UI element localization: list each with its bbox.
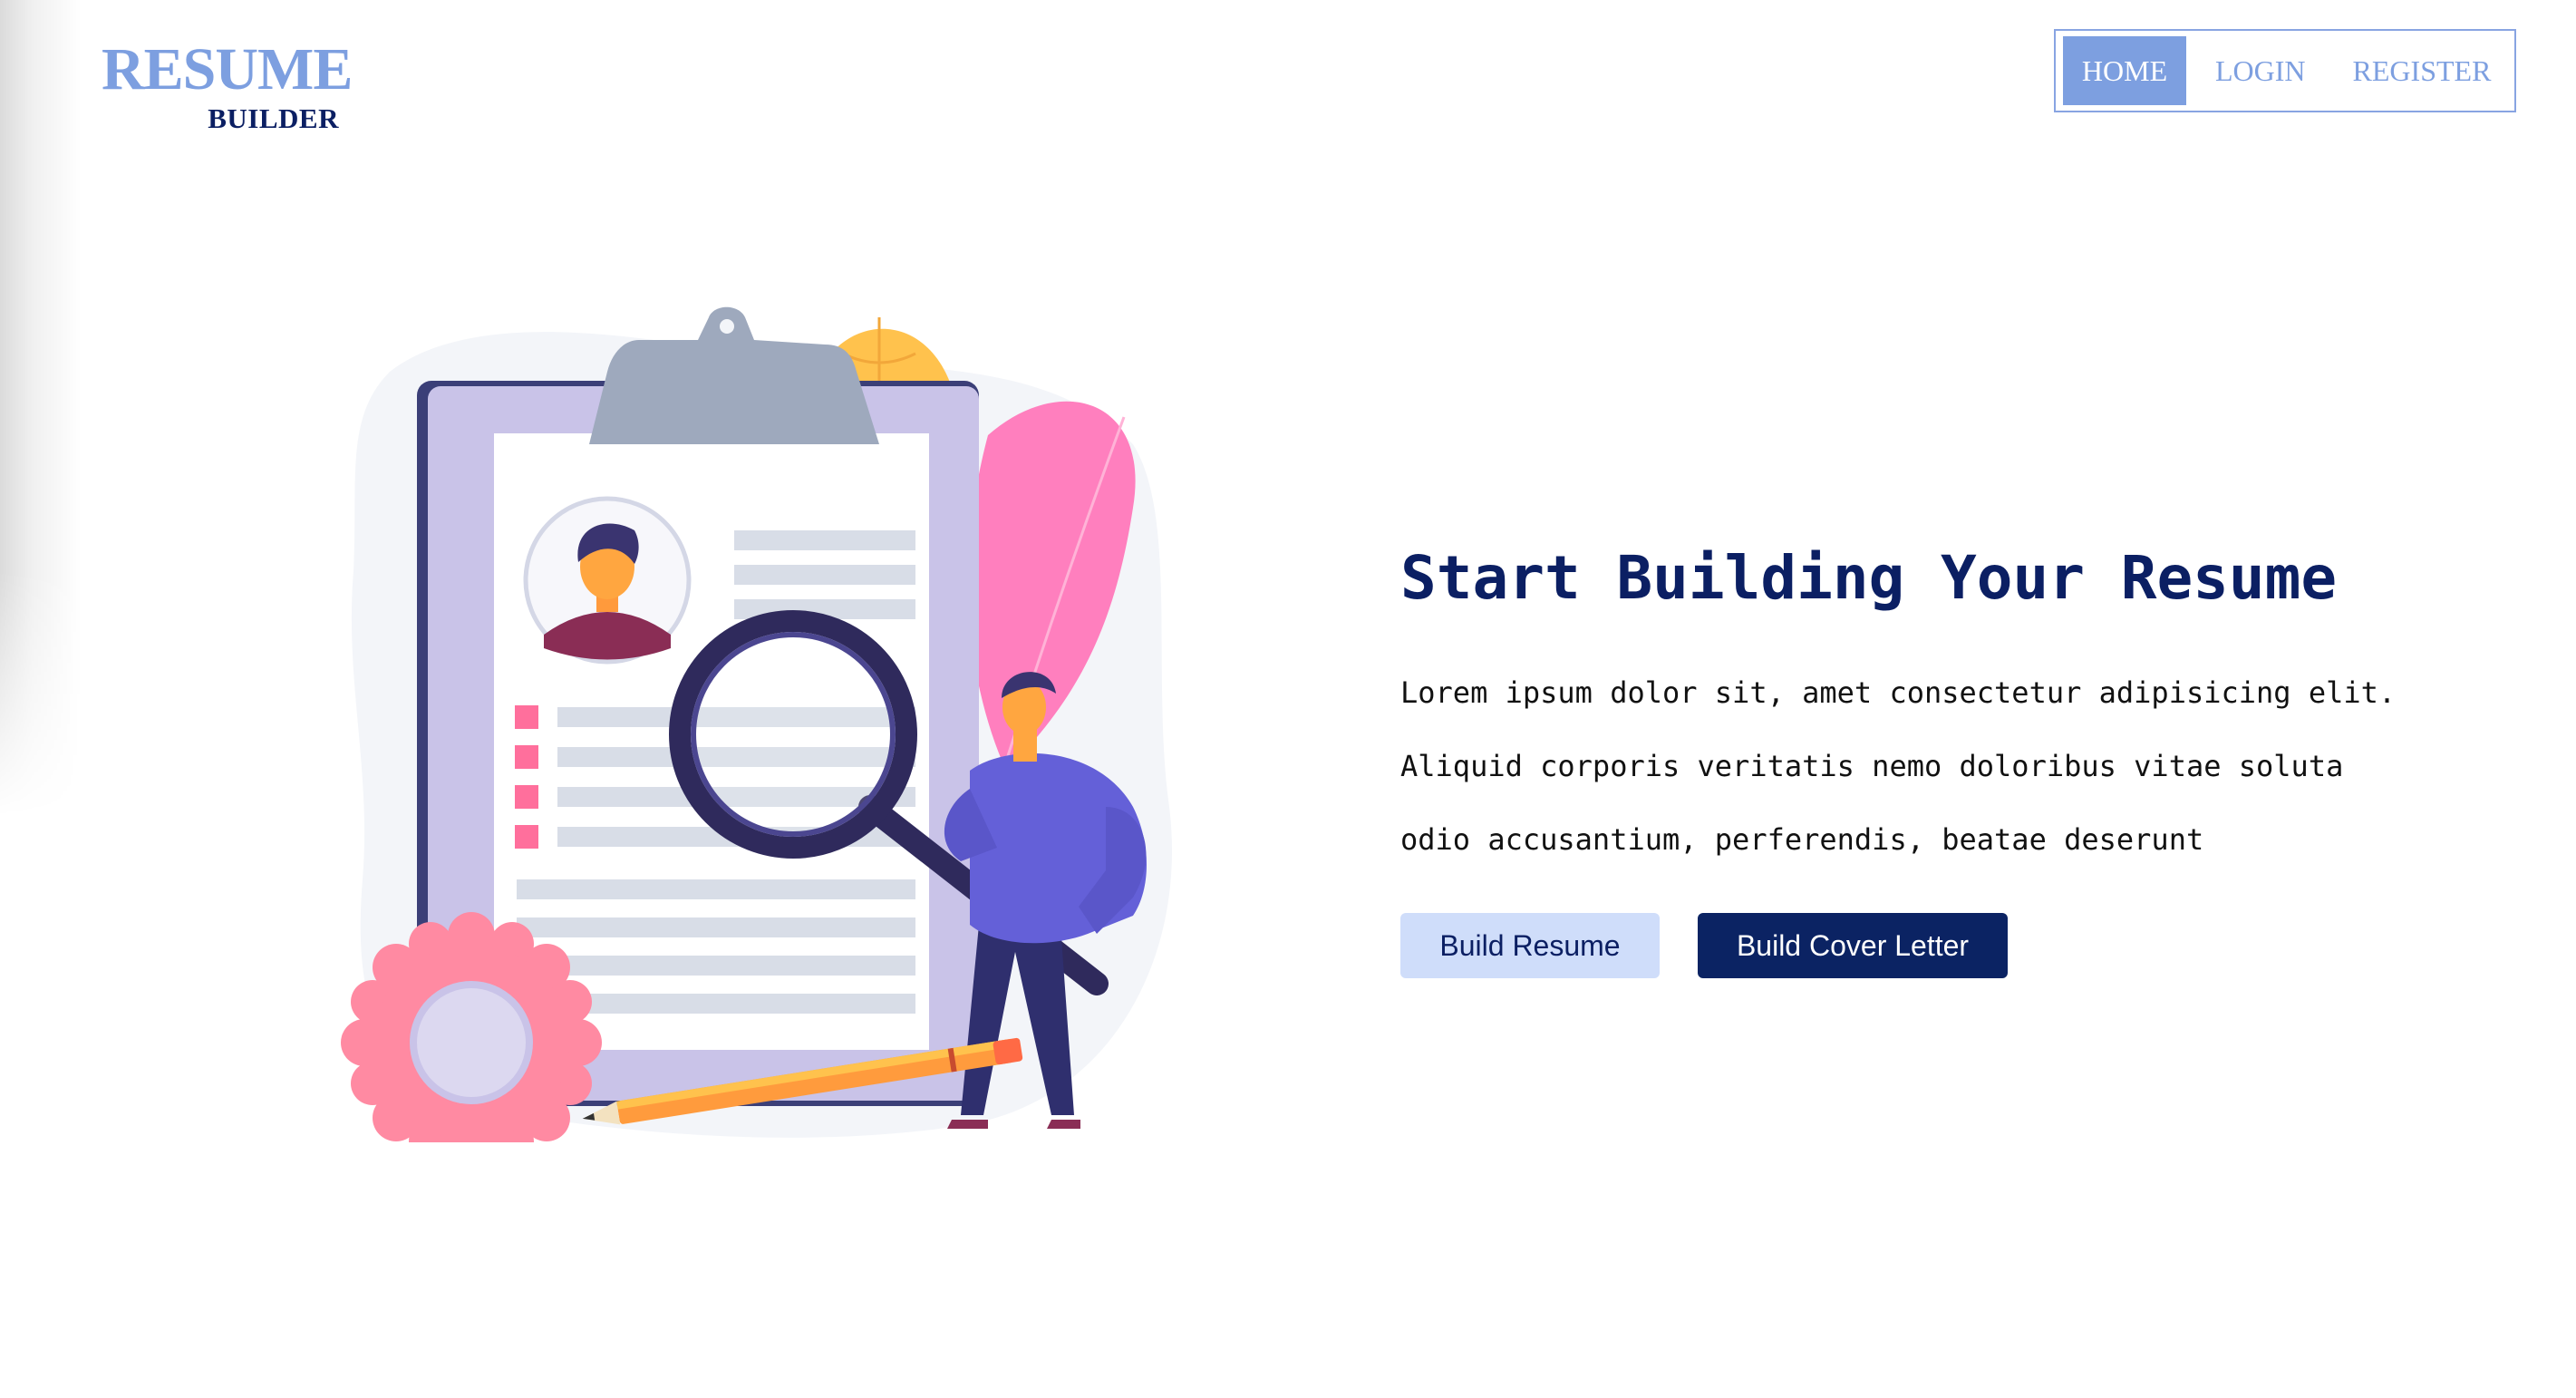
hero-description-line-1: Lorem ipsum dolor sit, amet consectetur … [1400,675,2397,710]
resume-review-illustration [341,306,1173,1142]
logo-subtitle: BUILDER [208,102,339,134]
hero-buttons: Build Resume Build Cover Letter [1400,913,2488,978]
hero-description-line-2: Aliquid corporis veritatis nemo doloribu… [1400,749,2344,783]
build-cover-letter-button[interactable]: Build Cover Letter [1698,913,2008,978]
clipboard-clip [589,306,879,444]
nav-home[interactable]: HOME [2063,36,2186,105]
main-nav: HOME LOGIN REGISTER [2054,29,2516,112]
hero-section: Start Building Your Resume Lorem ipsum d… [1400,535,2488,978]
nav-register[interactable]: REGISTER [2335,36,2510,105]
hero-description: Lorem ipsum dolor sit, amet consectetur … [1400,656,2488,877]
hero-title: Start Building Your Resume [1400,543,2338,613]
logo-title: RESUME [102,36,353,102]
nav-login[interactable]: LOGIN [2197,36,2324,105]
build-resume-button[interactable]: Build Resume [1400,913,1660,978]
hero-description-line-3: odio accusantium, perferendis, beatae de… [1400,822,2204,857]
magnifier-lens [669,610,917,859]
page-edge-shadow [0,0,82,816]
logo[interactable]: RESUME BUILDER [102,36,353,134]
